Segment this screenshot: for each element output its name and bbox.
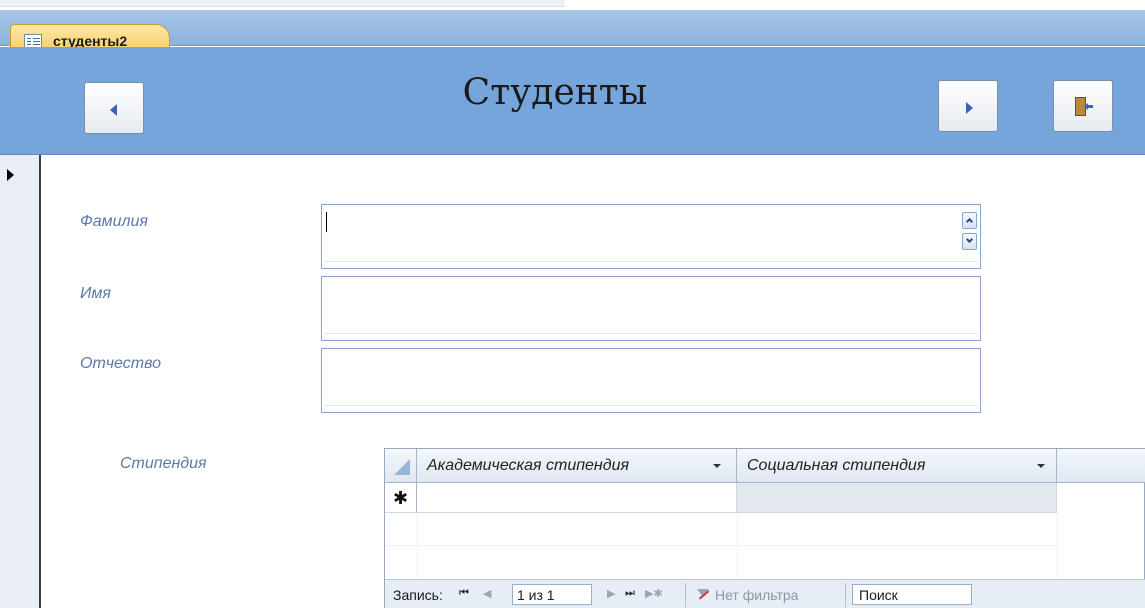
record-navigation-bar: Запись: ⏮ ◀ 1 из 1 ▶ ⏭ ▶✱ Нет фильтра По… [385,579,1145,608]
new-record-marker[interactable]: ✱ [385,483,417,513]
document-tab-bar: студенты2 [0,10,1145,57]
current-record-arrow-icon [7,169,14,181]
next-record-icon[interactable]: ▶ [607,587,615,600]
column-header-academic[interactable]: Академическая стипендия [417,449,737,483]
record-label: Запись: [393,587,443,603]
new-row-academic-cell[interactable] [417,483,737,513]
next-record-button[interactable] [938,80,998,132]
datasheet-header: Академическая стипендия Социальная стипе… [385,449,1145,483]
divider [845,583,846,607]
grid-line [385,545,1057,546]
patronymic-label: Отчество [80,355,161,372]
surname-label: Фамилия [80,213,148,230]
stipend-subform-datasheet: Академическая стипендия Социальная стипе… [384,448,1145,608]
form-title: Студенты [462,72,648,113]
chevron-down-icon[interactable] [1037,464,1045,468]
left-triangle-icon [110,104,117,116]
top-strip [0,0,1145,10]
right-triangle-icon [966,102,973,114]
exit-door-icon [1075,97,1093,117]
record-selector[interactable] [0,155,41,608]
form-header: Студенты [0,47,1145,155]
text-cursor [326,212,327,232]
column-header-social[interactable]: Социальная стипендия [737,449,1057,483]
first-record-icon[interactable]: ⏮ [459,587,469,600]
chevron-down-icon[interactable] [713,464,721,468]
divider [685,583,686,607]
grid-line [737,513,738,579]
grid-line [417,513,418,579]
column-header-social-label: Социальная стипендия [747,457,926,474]
select-all-corner[interactable] [385,449,417,483]
last-record-icon[interactable]: ⏭ [625,587,635,600]
grid-line [1057,513,1058,579]
new-record-icon[interactable]: ▶✱ [645,587,663,600]
access-form-window: студенты2 Студенты Фамилия Имя Отчество … [0,0,1145,608]
faded-toolbar [0,0,565,7]
surname-field[interactable] [321,204,981,269]
form-icon [24,34,42,48]
filter-status[interactable]: Нет фильтра [715,587,798,603]
column-header-academic-label: Академическая стипендия [427,457,630,474]
filter-off-icon [697,589,709,601]
new-row-social-cell[interactable] [737,483,1057,513]
stipend-label: Стипендия [120,455,207,472]
name-label: Имя [80,285,111,302]
search-input[interactable]: Поиск [852,584,972,605]
record-position-input[interactable]: 1 из 1 [512,584,592,605]
scroll-up-icon[interactable] [962,212,977,229]
patronymic-field[interactable] [321,348,981,413]
name-field[interactable] [321,276,981,341]
close-form-button[interactable] [1053,80,1113,132]
previous-record-button[interactable] [84,82,144,134]
previous-record-icon[interactable]: ◀ [483,587,491,600]
scroll-down-icon[interactable] [962,233,977,250]
